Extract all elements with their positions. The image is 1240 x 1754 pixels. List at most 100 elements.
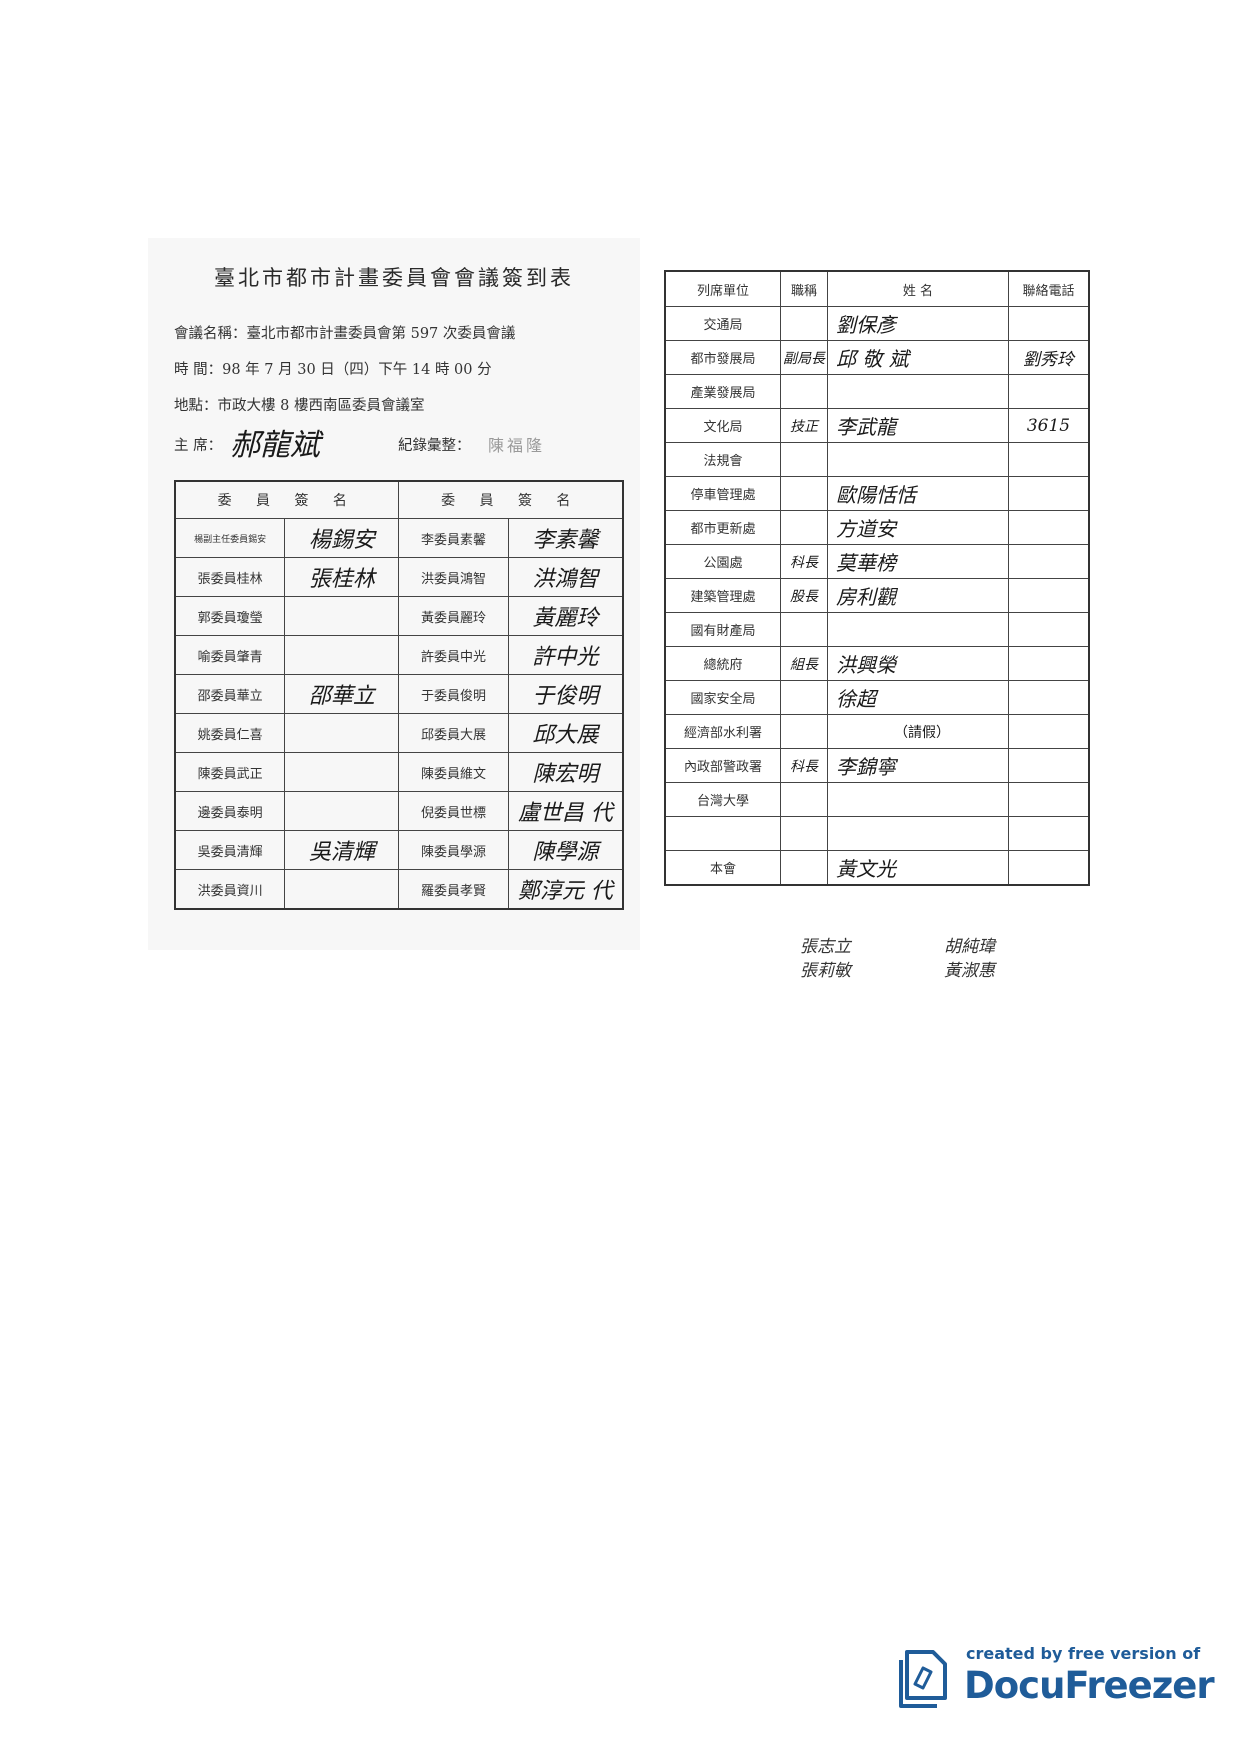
table-row: 產業發展局 (664, 374, 1090, 409)
member-role: 楊副主任委員錫安 (174, 518, 286, 558)
attendee-name: 徐超 (827, 680, 1009, 715)
extra-signature: 張志立 (800, 937, 851, 957)
attendee-name (827, 612, 1009, 647)
table-row: 總統府 組長 洪興榮 (664, 646, 1090, 681)
table-row: 張委員桂林 張桂林 洪委員鴻智 洪鴻智 (174, 557, 624, 597)
member-signature: 張桂林 (284, 557, 400, 597)
attendee-unit: 國有財產局 (664, 612, 781, 647)
attendee-unit: 都市發展局 (664, 340, 781, 375)
member-signature: 鄭淳元 代 (507, 869, 624, 910)
attendee-name: 房利觀 (827, 578, 1009, 613)
table-row: 建築管理處 股長 房利觀 (664, 578, 1090, 613)
chair-signature: 郝龍斌 (230, 428, 320, 463)
meeting-name: 會議名稱：臺北市都市計畫委員會第 597 次委員會議 (174, 326, 516, 342)
attendee-title (780, 306, 828, 341)
member-signature: 楊錫安 (284, 518, 400, 558)
attendee-unit: 內政部警政署 (664, 748, 781, 783)
attendee-title: 技正 (780, 408, 828, 443)
sign-in-sheet-right: 列席單位 職稱 姓 名 聯絡電話 交通局 劉保彥 都市發展局 副局長邱 敬 斌劉秀玲產… (652, 240, 1102, 1012)
table-row: 本會 黃文光 (664, 850, 1090, 886)
member-signature (284, 635, 400, 675)
table-row: 文化局 技正 李武龍 3615 (664, 408, 1090, 443)
attendee-title (780, 374, 828, 409)
attendee-unit: 台灣大學 (664, 782, 781, 817)
attendee-phone (1008, 544, 1090, 579)
member-signature: 盧世昌 代 (507, 791, 624, 831)
member-signature: 吳清輝 (284, 830, 400, 870)
attendee-name: 方道安 (827, 510, 1009, 545)
attendee-title: 科長 (780, 748, 828, 783)
member-signature: 李素馨 (507, 518, 624, 558)
table-row: 國家安全局 徐超 (664, 680, 1090, 715)
extra-signature: 張莉敏 (800, 961, 851, 981)
recorder-label: 紀錄彙整： (398, 438, 471, 454)
attendee-title (780, 510, 828, 545)
attendee-phone (1008, 306, 1090, 341)
member-role: 陳委員維文 (398, 752, 509, 792)
extra-signature: 胡純瑋 (944, 937, 995, 957)
member-role: 黃委員麗玲 (398, 596, 509, 636)
header-phone: 聯絡電話 (1008, 270, 1090, 307)
attendee-title: 組長 (780, 646, 828, 681)
member-role: 邱委員大展 (398, 713, 509, 753)
attendee-unit (664, 816, 781, 851)
attendee-title (780, 816, 828, 851)
attendee-name: 邱 敬 斌 (827, 340, 1009, 375)
attendee-unit: 法規會 (664, 442, 781, 477)
document-stack-icon (899, 1650, 947, 1708)
attendee-phone (1008, 680, 1090, 715)
header-name: 姓 名 (827, 270, 1009, 307)
table-row: 郭委員瓊瑩 黃委員麗玲 黃麗玲 (174, 596, 624, 636)
attendee-title (780, 476, 828, 511)
member-signature (284, 869, 400, 910)
attendee-name: （請假） (827, 714, 1009, 749)
member-role: 倪委員世標 (398, 791, 509, 831)
table-row: 邵委員華立 邵華立 于委員俊明 于俊明 (174, 674, 624, 714)
attendee-unit: 公園處 (664, 544, 781, 579)
attendee-title (780, 442, 828, 477)
attendee-name (827, 442, 1009, 477)
member-signature: 洪鴻智 (507, 557, 624, 597)
committee-signature-table: 委 員 簽 名 委 員 簽 名 楊副主任委員錫安 楊錫安 李委員素馨 李素馨 張委員桂林… (174, 480, 624, 910)
header-right: 委 員 簽 名 (398, 480, 624, 519)
attendee-unit: 本會 (664, 850, 781, 886)
member-role: 洪委員資川 (174, 869, 286, 910)
attendee-table: 列席單位 職稱 姓 名 聯絡電話 交通局 劉保彥 都市發展局 副局長邱 敬 斌劉秀玲產… (664, 270, 1090, 886)
table-row: 經濟部水利署 （請假） (664, 714, 1090, 749)
extra-signature: 黃淑惠 (944, 961, 995, 981)
meeting-time: 時 間：98 年 7 月 30 日（四）下午 14 時 00 分 (174, 362, 492, 378)
branding-line2: DocuFreezer (964, 1664, 1215, 1707)
attendee-phone (1008, 612, 1090, 647)
attendee-name (827, 782, 1009, 817)
member-role: 姚委員仁喜 (174, 713, 286, 753)
attendee-phone (1008, 578, 1090, 613)
attendee-name: 李武龍 (827, 408, 1009, 443)
header-unit: 列席單位 (664, 270, 781, 307)
attendee-phone: 劉秀玲 (1008, 340, 1090, 375)
attendee-name (827, 816, 1009, 851)
table-row: 喻委員肇青 許委員中光 許中光 (174, 635, 624, 675)
member-signature: 陳宏明 (507, 752, 624, 792)
attendee-name (827, 374, 1009, 409)
table-row: 洪委員資川 羅委員孝賢 鄭淳元 代 (174, 869, 624, 910)
attendee-name: 劉保彥 (827, 306, 1009, 341)
member-signature: 許中光 (507, 635, 624, 675)
attendee-unit: 經濟部水利署 (664, 714, 781, 749)
table-row: 交通局 劉保彥 (664, 306, 1090, 341)
attendee-phone (1008, 816, 1090, 851)
member-signature: 邵華立 (284, 674, 400, 714)
attendee-unit: 文化局 (664, 408, 781, 443)
attendee-unit: 交通局 (664, 306, 781, 341)
attendee-name: 莫華榜 (827, 544, 1009, 579)
member-role: 陳委員學源 (398, 830, 509, 870)
attendee-unit: 都市更新處 (664, 510, 781, 545)
table-row: 都市發展局 副局長邱 敬 斌劉秀玲 (664, 340, 1090, 375)
attendee-name: 李錦寧 (827, 748, 1009, 783)
member-role: 李委員素馨 (398, 518, 509, 558)
member-signature (284, 713, 400, 753)
attendee-phone (1008, 374, 1090, 409)
member-role: 于委員俊明 (398, 674, 509, 714)
attendee-title (780, 782, 828, 817)
table-row (664, 816, 1090, 851)
sign-in-sheet-left: 臺北市都市計畫委員會會議簽到表 會議名稱：臺北市都市計畫委員會第 597 次委員… (148, 238, 640, 950)
